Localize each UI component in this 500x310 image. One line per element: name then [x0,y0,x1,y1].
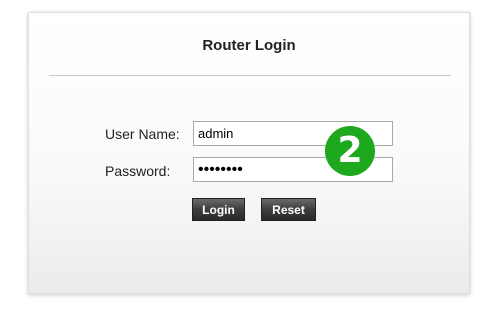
username-label: User Name: [105,126,180,142]
reset-button[interactable]: Reset [261,198,316,221]
page-title: Router Login [202,37,296,54]
login-panel: Router Login User Name: Password: Login … [28,12,470,294]
login-button[interactable]: Login [192,198,245,221]
password-label: Password: [105,163,171,179]
step-number-badge: 2 [325,126,375,176]
divider [49,75,451,76]
